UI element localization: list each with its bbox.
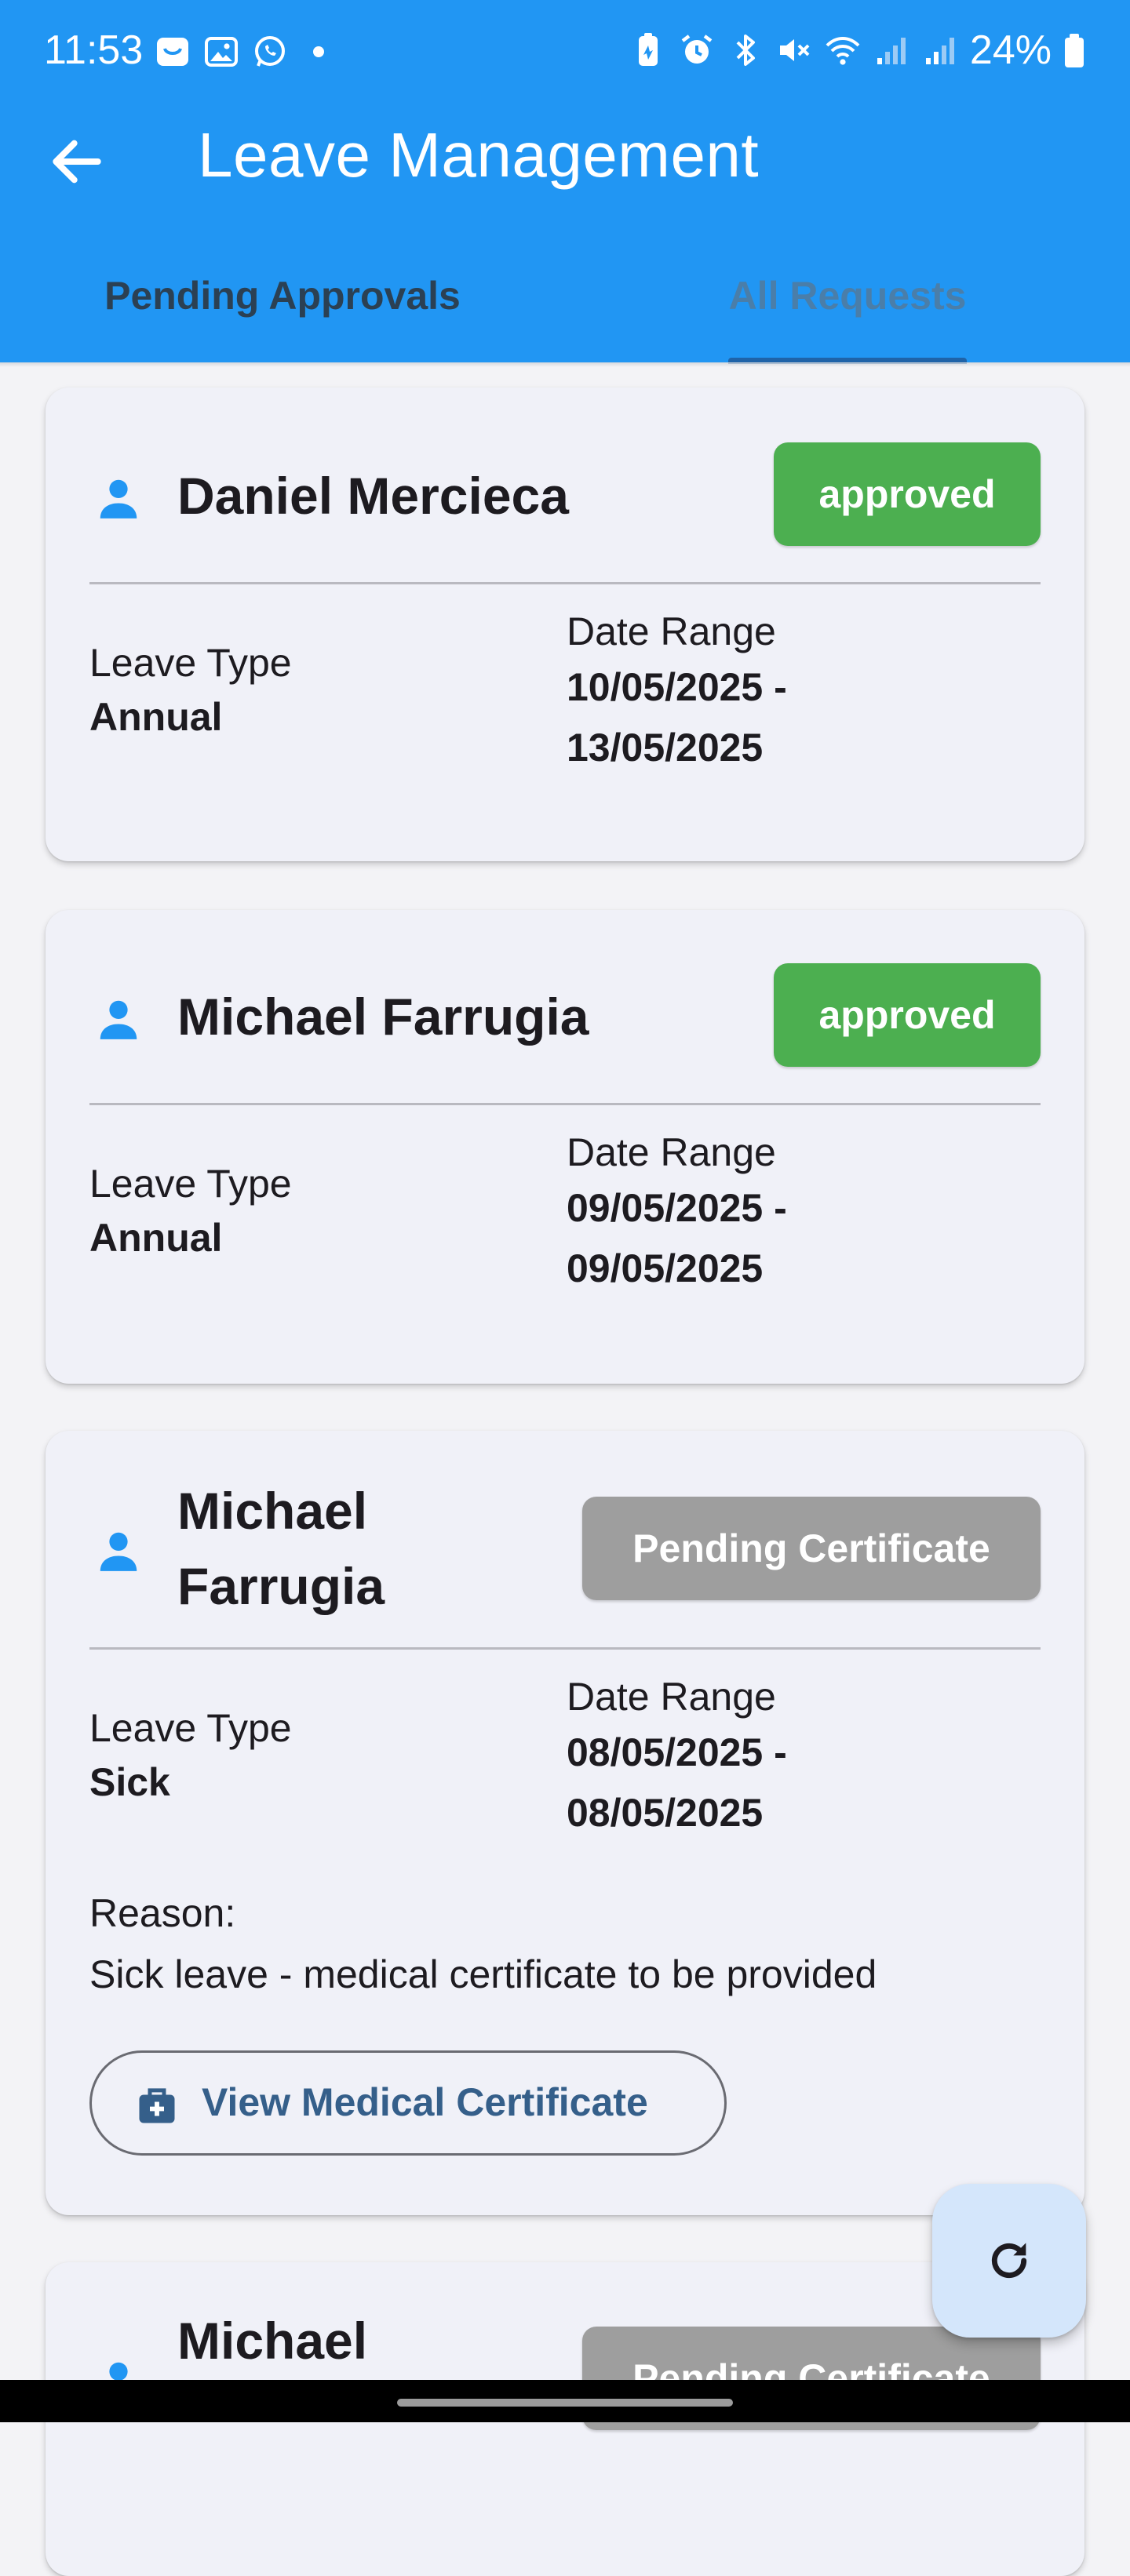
person-icon xyxy=(100,479,137,518)
signal-icon xyxy=(877,38,906,64)
refresh-button[interactable] xyxy=(932,2184,1086,2338)
leave-type-label: Leave Type xyxy=(89,1162,292,1206)
employee-name-line2: Farrugia xyxy=(177,1557,385,1615)
system-status: 24% xyxy=(629,27,1086,74)
date-range-label: Date Range xyxy=(567,1130,776,1174)
title-bar: Leave Management xyxy=(0,110,1130,204)
date-range-start: 08/05/2025 - xyxy=(567,1730,787,1774)
leave-type-value: Annual xyxy=(89,1216,223,1260)
battery-saver-icon xyxy=(638,33,658,66)
employee-name: Michael Farrugia xyxy=(177,988,589,1046)
status-badge: approved xyxy=(774,442,1041,546)
battery-percent: 24% xyxy=(969,27,1052,73)
home-gesture-handle[interactable] xyxy=(397,2399,733,2407)
employee-name-line1: Michael xyxy=(177,1482,368,1540)
date-range-start: 09/05/2025 - xyxy=(567,1186,787,1230)
tab-pending-approvals[interactable]: Pending Approvals xyxy=(0,251,565,362)
leave-type-value: Sick xyxy=(89,1760,170,1804)
status-badge: Pending Certificate xyxy=(582,1497,1041,1600)
date-range-end: 13/05/2025 xyxy=(567,726,764,770)
view-medical-certificate-button[interactable]: View Medical Certificate xyxy=(89,2050,727,2156)
leave-request-card[interactable]: Daniel Mercieca approved Leave Type Annu… xyxy=(46,387,1084,861)
status-bar: 11:53 24% xyxy=(0,0,1130,102)
leave-request-card[interactable]: Michael Farrugia approved Leave Type Ann… xyxy=(46,910,1084,1384)
refresh-icon xyxy=(991,2243,1027,2279)
status-time: 11:53 xyxy=(44,27,144,73)
view-medical-certificate-label: View Medical Certificate xyxy=(202,2080,648,2124)
leave-type-value: Annual xyxy=(89,695,223,739)
app-bar: 11:53 24% Leave Management Pending Appro… xyxy=(0,0,1130,364)
divider xyxy=(89,1647,1041,1650)
page-title: Leave Management xyxy=(198,120,760,190)
whatsapp-icon xyxy=(255,36,285,67)
divider xyxy=(89,582,1041,584)
gallery-icon xyxy=(205,37,238,67)
person-icon xyxy=(100,1532,137,1571)
app-bar-shadow xyxy=(0,362,1130,367)
divider xyxy=(89,1103,1041,1105)
reason-text: Sick leave - medical certificate to be p… xyxy=(89,1952,877,1996)
mute-icon xyxy=(779,39,810,61)
notification-icons xyxy=(154,33,337,71)
arrow-back-icon[interactable] xyxy=(46,130,108,193)
date-range-label: Date Range xyxy=(567,1675,776,1719)
leave-type-label: Leave Type xyxy=(89,1706,292,1750)
date-range-label: Date Range xyxy=(567,609,776,653)
dot-icon xyxy=(313,46,324,57)
system-navigation-bar xyxy=(0,2380,1130,2422)
bluetooth-icon xyxy=(736,35,755,66)
person-icon xyxy=(100,1000,137,1039)
employee-name: Daniel Mercieca xyxy=(177,467,569,525)
shopping-bag-icon xyxy=(157,38,188,66)
reason-label: Reason: xyxy=(89,1891,236,1935)
leave-type-label: Leave Type xyxy=(89,641,292,685)
leave-request-card[interactable]: Michael Farrugia Pending Certificate Lea… xyxy=(46,1431,1084,2215)
medical-kit-icon xyxy=(139,2088,175,2123)
wifi-icon xyxy=(826,37,860,65)
date-range-start: 10/05/2025 - xyxy=(567,665,787,709)
employee-name-line1: Michael xyxy=(177,2312,368,2370)
date-range-end: 08/05/2025 xyxy=(567,1791,764,1835)
status-badge: approved xyxy=(774,963,1041,1067)
battery-icon xyxy=(1065,34,1084,67)
alarm-icon xyxy=(681,35,713,64)
date-range-end: 09/05/2025 xyxy=(567,1246,764,1290)
signal-icon xyxy=(925,38,954,64)
tab-bar: Pending Approvals All Requests xyxy=(0,251,1130,364)
tab-all-requests[interactable]: All Requests xyxy=(565,251,1130,362)
